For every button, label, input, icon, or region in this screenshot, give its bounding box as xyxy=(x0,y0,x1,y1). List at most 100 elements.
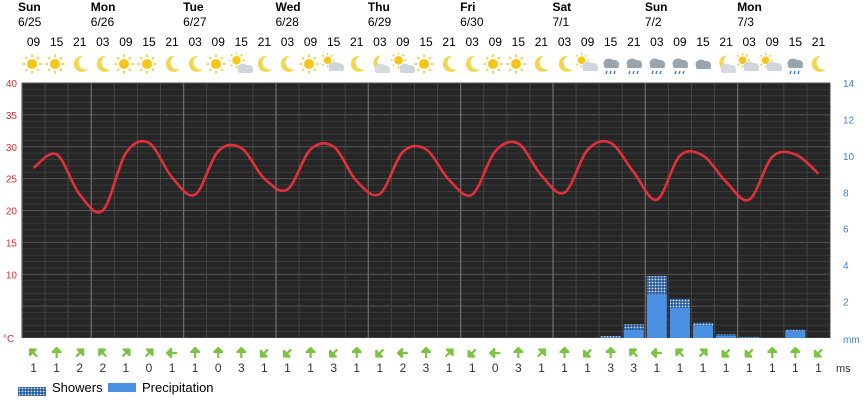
hour-label: 09 xyxy=(119,35,133,49)
showers-bar xyxy=(600,336,621,338)
wind-speed-label: 1 xyxy=(169,361,176,375)
precipitation-legend-label: Precipitation xyxy=(142,380,214,395)
wind-speed-label: 1 xyxy=(561,361,568,375)
wind-speed-label: 3 xyxy=(515,361,522,375)
hour-label: 21 xyxy=(811,35,826,49)
precipitation-bar xyxy=(646,294,667,338)
date-label: 7/1 xyxy=(552,15,570,29)
cloud-rain-icon xyxy=(668,53,692,75)
cloud-sun-icon xyxy=(735,53,761,75)
wind-speed-label: 2 xyxy=(76,361,83,375)
hour-label: 09 xyxy=(673,35,687,49)
hour-label: 03 xyxy=(280,35,295,49)
sun-icon xyxy=(483,53,507,75)
day-label: Mon xyxy=(90,0,116,14)
hour-label: 03 xyxy=(373,35,387,49)
cloud-rain-icon xyxy=(622,53,646,75)
hour-label: 09 xyxy=(765,35,779,49)
moon-icon xyxy=(553,53,577,75)
cloud-sun-icon xyxy=(573,53,600,75)
moon-icon xyxy=(806,53,830,75)
hour-label: 15 xyxy=(326,35,341,49)
hour-label: 15 xyxy=(603,35,618,49)
wind-speed-label: 1 xyxy=(192,361,199,375)
hour-label: 15 xyxy=(511,35,525,49)
left-axis-unit: °C xyxy=(3,334,14,345)
hour-label: 03 xyxy=(465,35,479,49)
sun-icon xyxy=(45,53,69,75)
wind-speed-label: 2 xyxy=(99,361,106,375)
precipitation-bar xyxy=(692,325,714,338)
wind-speed-label: 3 xyxy=(607,361,614,375)
right-axis-tick: 8 xyxy=(843,188,849,199)
wind-speed-label: 0 xyxy=(492,361,499,375)
wind-speed-label: 3 xyxy=(423,361,430,375)
moon-icon xyxy=(275,53,299,75)
precipitation-bar xyxy=(669,307,690,338)
wind-speed-label: 1 xyxy=(376,361,383,375)
day-label: Sun xyxy=(18,0,41,14)
right-axis-tick: 14 xyxy=(843,80,855,90)
precipitation-bar xyxy=(716,335,737,338)
day-label: Wed xyxy=(275,0,301,14)
day-label: Sun xyxy=(644,0,668,14)
hour-label: 09 xyxy=(580,35,595,49)
wind-speed-label: 1 xyxy=(584,361,591,375)
moon-icon xyxy=(183,53,207,75)
sun-icon xyxy=(414,53,438,75)
sun-icon xyxy=(506,53,530,75)
forecast-header: Sun 6/25 Mon 6/26 Tue 6/27 Wed 6/28 Thu 6/29 Fri 6/… xyxy=(0,0,865,80)
wind-unit-label: ms xyxy=(836,363,851,375)
sun-icon xyxy=(206,53,230,75)
right-axis-tick: 10 xyxy=(843,152,855,163)
hour-label: 21 xyxy=(73,35,87,49)
wind-speed-label: 1 xyxy=(353,361,360,375)
right-axis-tick: 2 xyxy=(843,298,849,309)
precipitation-bar xyxy=(785,330,806,338)
wind-speed-label: 1 xyxy=(746,361,753,375)
wind-speed-label: 3 xyxy=(330,361,337,375)
sun-cloud-icon xyxy=(228,52,254,75)
date-label: 7/3 xyxy=(737,15,754,29)
day-label: Mon xyxy=(737,0,762,14)
hour-label: 09 xyxy=(303,35,318,49)
wind-speed-label: 2 xyxy=(400,361,407,375)
showers-bar xyxy=(716,333,737,336)
cloud-rain-icon xyxy=(783,53,807,75)
hour-label: 03 xyxy=(96,35,110,49)
wind-speed-label: 3 xyxy=(630,361,637,375)
date-label: 6/27 xyxy=(183,15,207,29)
hour-label: 21 xyxy=(350,35,364,49)
date-label: 6/25 xyxy=(18,15,42,29)
moon-icon xyxy=(91,53,115,75)
wind-speed-label: 1 xyxy=(815,361,822,375)
hour-label: 21 xyxy=(719,35,733,49)
moon-cloud-icon xyxy=(714,53,738,75)
wind-speed-label: 1 xyxy=(123,361,130,375)
hour-label: 15 xyxy=(419,35,433,49)
moon-icon xyxy=(529,53,553,75)
day-label: Tue xyxy=(183,0,204,14)
hour-label: 15 xyxy=(788,35,803,49)
moon-icon xyxy=(460,53,484,75)
hour-label: 09 xyxy=(396,35,410,49)
date-label: 6/28 xyxy=(275,15,299,29)
right-axis-unit: mm xyxy=(843,335,860,346)
sun-icon xyxy=(22,53,46,75)
wind-speed-label: 1 xyxy=(307,361,314,375)
left-axis-tick: 40 xyxy=(6,80,18,90)
left-axis-tick: 15 xyxy=(6,238,18,249)
wind-speed-label: 1 xyxy=(284,361,291,375)
cloud-rain-icon xyxy=(645,53,669,75)
hour-label: 09 xyxy=(26,35,41,49)
precipitation-legend-swatch xyxy=(108,383,136,392)
cloud-icon xyxy=(691,53,715,75)
right-axis-tick: 6 xyxy=(843,225,849,236)
day-label: Fri xyxy=(460,0,476,14)
date-label: 7/2 xyxy=(644,15,662,29)
forecast-chart: 40353025201510°C1412108642mm1 1 2 2 1 0 1 1 0 3 1 1… xyxy=(0,80,865,401)
cloud-rain-icon xyxy=(599,53,623,75)
moon-icon xyxy=(68,53,92,75)
wind-speed-label: 1 xyxy=(654,361,661,375)
precipitation-bar xyxy=(623,329,644,338)
